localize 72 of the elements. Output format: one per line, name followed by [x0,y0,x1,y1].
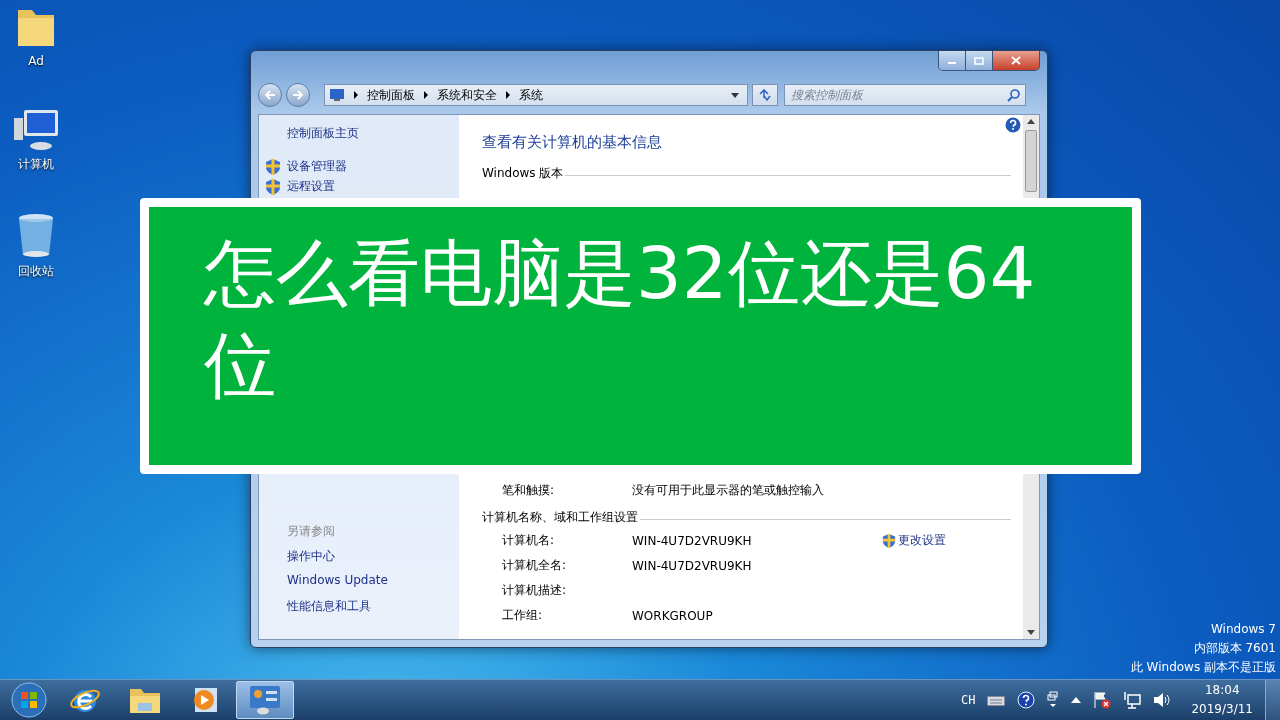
field-value: WIN-4U7D2VRU9KH [632,533,753,548]
desktop-shortcut[interactable]: 回收站 [8,213,64,280]
field-value: WIN-4U7D2VRU9KH [632,558,753,573]
see-also-heading: 另请参阅 [287,523,336,540]
scroll-up-icon[interactable] [1027,119,1035,124]
left-arrow-icon [264,90,276,100]
dropdown-icon [731,92,739,98]
activation-notice-text: Windows 7 [1211,621,1276,638]
section-heading: Windows 版本 [482,165,564,182]
breadcrumb-item[interactable]: 控制面板 [367,86,415,104]
field-label: 笔和触摸: [501,482,556,499]
keyboard-icon[interactable] [987,694,1006,706]
banner-title: 怎么看电脑是32位还是64位 [204,230,1037,409]
close-button[interactable] [993,51,1039,70]
clock[interactable]: 18:04 2019/3/11 [1191,681,1253,719]
sidebar-link[interactable]: 操作中心 [287,548,459,573]
refresh-arrows-icon [758,89,772,101]
play-icon [191,686,219,714]
field-value: 没有可用于此显示器的笔或触控输入 [632,482,825,499]
back-button[interactable] [258,83,282,107]
maximize-button[interactable] [966,51,993,70]
speaker-icon[interactable] [1153,692,1172,708]
show-desktop-button[interactable] [1265,680,1280,720]
sidebar-link[interactable]: 性能信息和工具 [287,598,459,623]
sidebar-link[interactable]: 远程设置 [265,176,459,196]
shield-icon [882,533,896,548]
language-indicator[interactable]: CH [961,693,976,707]
right-arrow-icon [292,90,304,100]
desktop-shortcut[interactable]: Ad [8,6,64,68]
change-settings-link[interactable]: 更改设置 [882,532,946,549]
sidebar-link[interactable]: Windows Update [287,573,459,598]
refresh-button[interactable] [752,84,778,106]
field-label: 计算机全名: [501,557,568,574]
search-field[interactable]: 搜索控制面板 [784,84,1026,106]
activation-notice-text: 此 Windows 副本不是正版 [1130,659,1276,676]
minimize-button[interactable] [939,51,966,70]
field-label: 计算机名: [501,532,556,549]
computer-icon [12,108,60,152]
monitor-icon [329,88,345,102]
field-label: 工作组: [501,607,544,624]
chevron-icon [353,91,359,99]
chevron-icon [423,91,429,99]
folder-icon [129,686,161,714]
control-panel-icon [249,685,281,715]
help-icon[interactable] [1017,691,1036,709]
address-bar[interactable]: 控制面板 系统和安全 系统 [324,84,748,106]
trash-bin-icon [16,213,56,259]
scroll-down-icon[interactable] [1027,630,1035,635]
chevron-icon [505,91,511,99]
up-arrow-icon[interactable] [1071,697,1082,703]
sidebar-link[interactable]: 设备管理器 [265,156,459,176]
breadcrumb-item[interactable]: 系统 [519,86,543,104]
page-heading: 查看有关计算机的基本信息 [482,133,663,152]
activation-notice-text: 内部版本 7601 [1193,640,1276,657]
window-stack-icon[interactable] [1047,691,1060,709]
shield-icon [265,157,281,175]
network-icon[interactable] [1123,691,1142,709]
field-value: WORKGROUP [632,608,714,623]
close-icon [1011,56,1021,65]
sidebar-link[interactable]: 控制面板主页 [287,125,459,150]
desktop-shortcut[interactable]: 计算机 [8,108,64,173]
section-heading: 计算机名称、域和工作组设置 [482,509,638,526]
flag-error-icon[interactable] [1093,691,1112,709]
search-icon [1007,89,1020,102]
windows-orb-icon [11,682,47,718]
breadcrumb-item[interactable]: 系统和安全 [437,86,497,104]
maximize-icon [974,56,984,65]
field-label: 计算机描述: [501,582,568,599]
forward-button[interactable] [286,83,310,107]
control-panel-taskbar-button[interactable] [236,681,294,719]
scrollbar-thumb[interactable] [1025,130,1037,192]
shield-icon [265,177,281,195]
